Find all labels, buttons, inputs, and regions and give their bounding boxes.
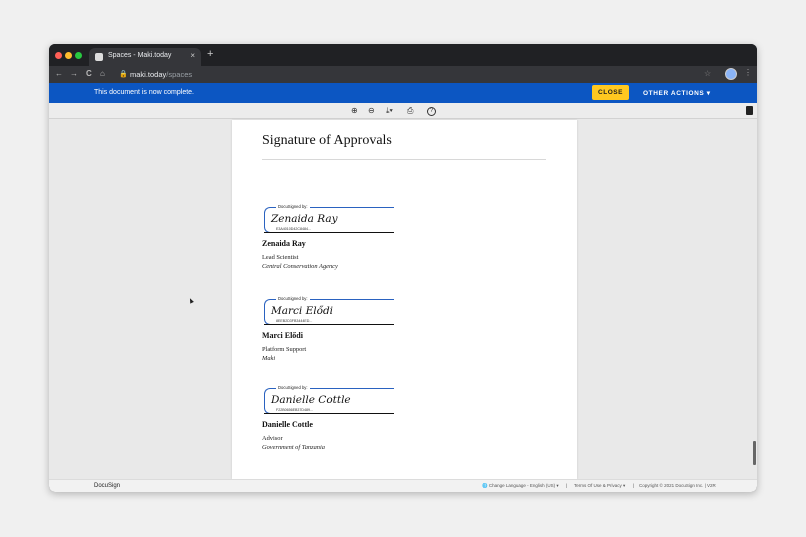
favicon-icon — [95, 53, 103, 61]
signer-block: DocuSigned by: Danielle Cottle F22B0656E… — [262, 385, 402, 478]
scrollbar-thumb[interactable] — [753, 441, 756, 465]
close-window-button[interactable] — [55, 52, 62, 59]
footer-separator: | — [566, 483, 568, 488]
tab-title: Spaces - Maki.today — [108, 52, 172, 59]
signature-line — [264, 232, 394, 233]
minimize-window-button[interactable] — [65, 52, 72, 59]
terms-privacy-link[interactable]: Terms Of Use & Privacy ▾ — [574, 483, 625, 489]
browser-tab[interactable]: Spaces - Maki.today × — [89, 48, 201, 66]
docusign-logo: DocuSign — [94, 483, 121, 489]
new-tab-button[interactable]: + — [207, 49, 213, 60]
help-icon[interactable]: ? — [427, 107, 436, 116]
signer-name: Danielle Cottle — [262, 420, 313, 429]
signer-name: Marci Elődi — [262, 331, 303, 340]
signature-id: E3A4010D42C8484... — [276, 227, 311, 231]
document-viewer: ⊕ ⊖ ⤓▾ ⎙ ? Signature of Approvals DocuSi… — [49, 103, 757, 479]
back-icon[interactable]: ← — [55, 69, 63, 79]
completion-banner: This document is now complete. CLOSE OTH… — [49, 83, 757, 103]
signer-organization: Central Conservation Agency — [262, 263, 338, 270]
divider — [262, 159, 546, 160]
close-button[interactable]: CLOSE — [592, 85, 629, 100]
document-title: Signature of Approvals — [262, 133, 392, 148]
signer-organization: Maki — [262, 355, 276, 362]
forward-icon[interactable]: → — [70, 69, 78, 79]
tab-close-icon[interactable]: × — [190, 51, 195, 60]
browser-window: Spaces - Maki.today × + ← → C ⌂ 🔒 maki.t… — [49, 44, 757, 492]
url-text: maki.today/spaces — [130, 70, 193, 79]
stamp-caption: DocuSigned by: — [276, 385, 310, 390]
zoom-out-icon[interactable]: ⊖ — [368, 105, 375, 117]
signature-image: Zenaida Ray — [271, 213, 338, 225]
page-view-icon[interactable] — [746, 106, 753, 115]
tab-bar: Spaces - Maki.today × + — [49, 44, 757, 66]
browser-menu-icon[interactable]: ⋮ — [744, 68, 752, 77]
signature-line — [264, 413, 394, 414]
other-actions-button[interactable]: OTHER ACTIONS ▾ — [643, 89, 711, 97]
document-toolbar: ⊕ ⊖ ⤓▾ ⎙ ? — [49, 103, 757, 119]
browser-toolbar: ← → C ⌂ 🔒 maki.today/spaces ☆ ⋮ — [49, 66, 757, 83]
print-icon[interactable]: ⎙ — [407, 105, 413, 117]
zoom-in-icon[interactable]: ⊕ — [351, 105, 358, 117]
signer-block: DocuSigned by: Marci Elődi 8EEB2D3FB3444… — [262, 296, 402, 389]
lock-icon: 🔒 — [119, 71, 128, 78]
signature-line — [264, 324, 394, 325]
signer-role: Lead Scientist — [262, 254, 299, 261]
profile-avatar[interactable] — [725, 68, 737, 80]
signature-image: Marci Elődi — [271, 305, 334, 317]
download-icon[interactable]: ⤓▾ — [386, 105, 393, 117]
footer: DocuSign 🌐 Change Language - English (US… — [49, 479, 757, 492]
signature-id: 8EEB2D3FB3444ED... — [276, 319, 313, 323]
copyright-text: Copyright © 2021 DocuSign Inc. | V2R — [639, 483, 716, 488]
stamp-caption: DocuSigned by: — [276, 296, 310, 301]
stamp-caption: DocuSigned by: — [276, 204, 310, 209]
home-icon[interactable]: ⌂ — [100, 69, 105, 79]
footer-separator: | — [633, 483, 635, 488]
signer-name: Zenaida Ray — [262, 239, 306, 248]
signer-organization: Government of Tanzania — [262, 444, 325, 451]
signer-block: DocuSigned by: Zenaida Ray E3A4010D42C84… — [262, 204, 402, 297]
document-page: Signature of Approvals DocuSigned by: Ze… — [232, 120, 577, 479]
bookmark-star-icon[interactable]: ☆ — [704, 69, 711, 78]
reload-icon[interactable]: C — [86, 69, 92, 79]
signer-role: Advisor — [262, 435, 283, 442]
maximize-window-button[interactable] — [75, 52, 82, 59]
banner-message: This document is now complete. — [94, 89, 194, 96]
signer-role: Platform Support — [262, 346, 307, 353]
signature-id: F22B0656EB37D489... — [276, 408, 313, 412]
address-bar[interactable]: 🔒 maki.today/spaces — [115, 68, 715, 81]
change-language-button[interactable]: 🌐 Change Language - English (US) ▾ — [482, 483, 559, 489]
signature-image: Danielle Cottle — [271, 394, 351, 406]
